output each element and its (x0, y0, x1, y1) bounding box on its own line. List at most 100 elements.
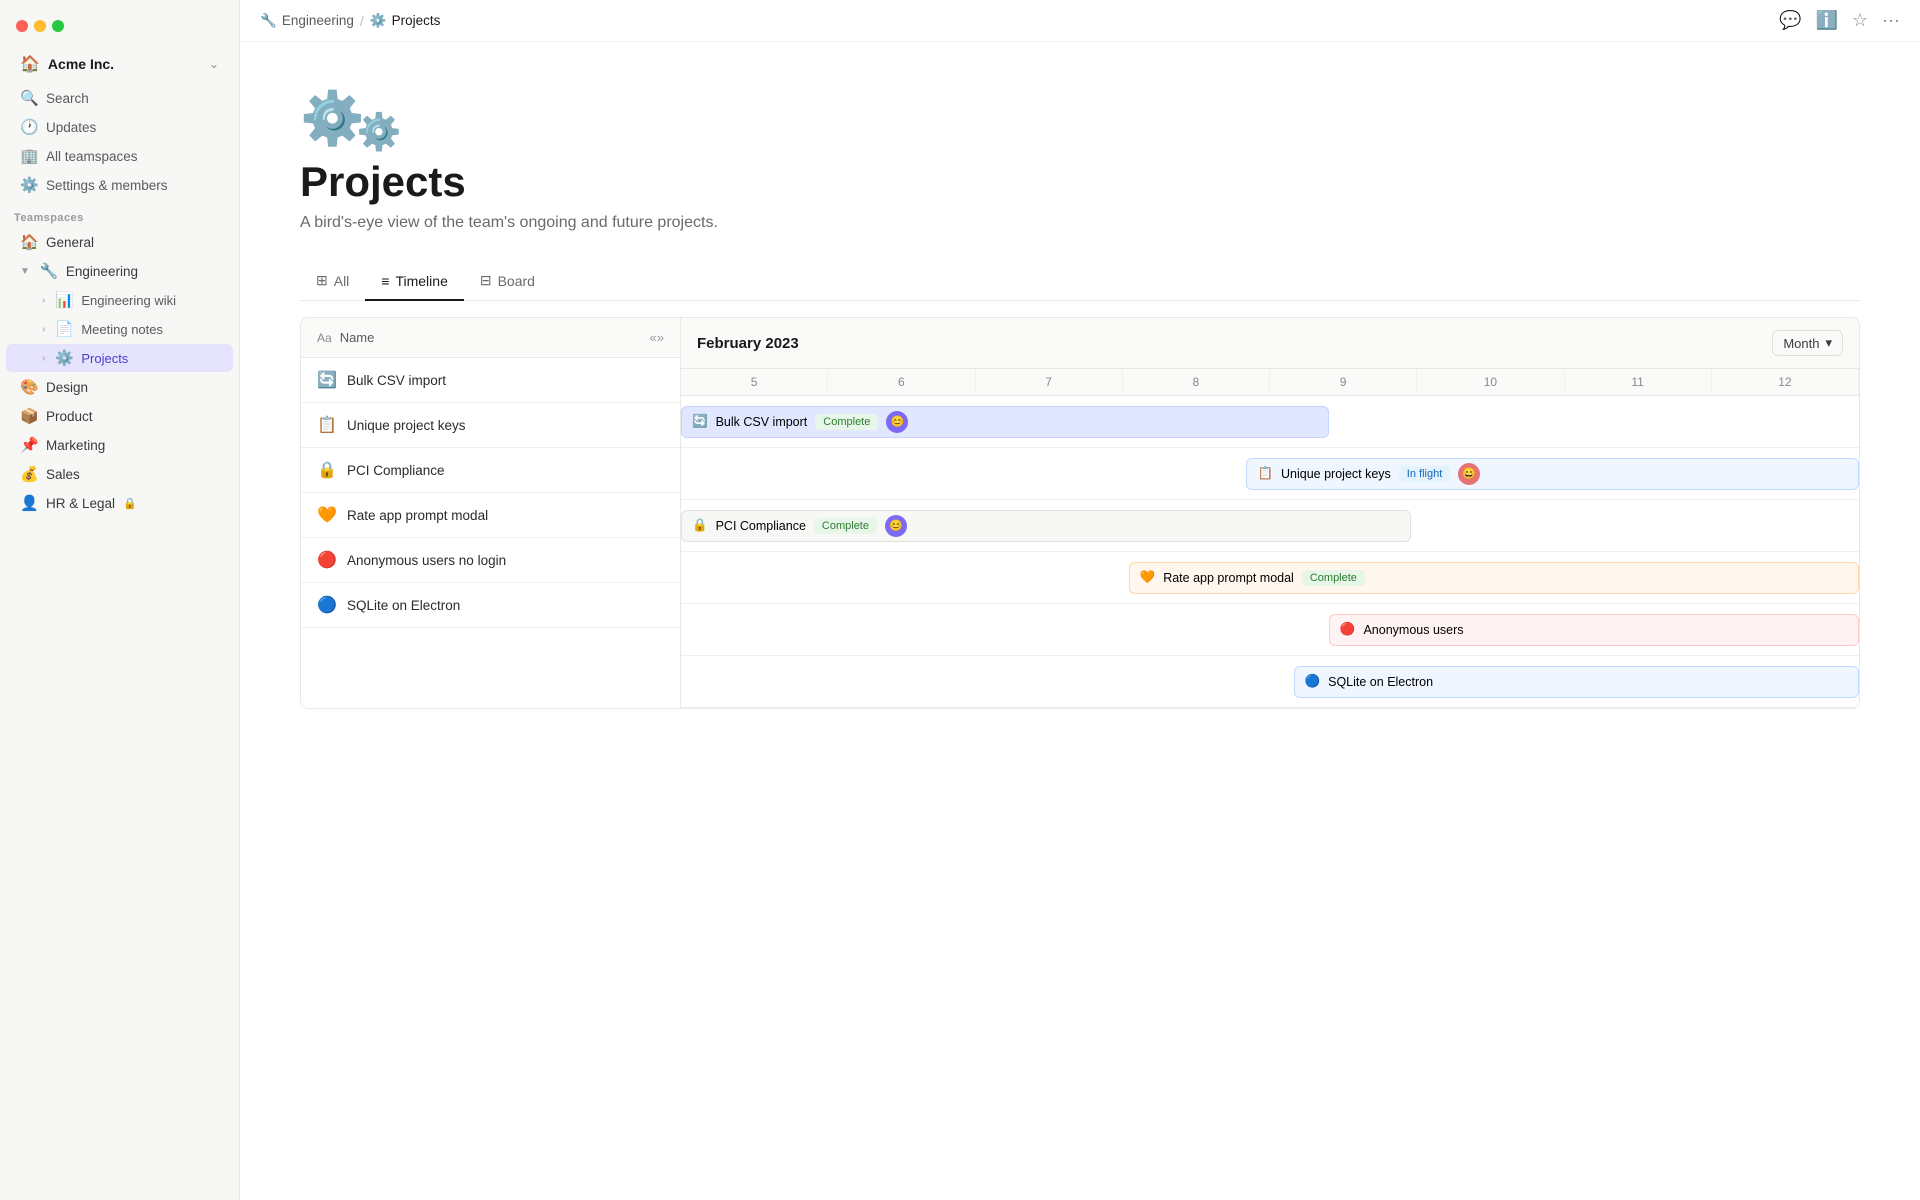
sidebar-item-engineering-wiki-label: Engineering wiki (81, 293, 176, 308)
sidebar-item-all-teamspaces-label: All teamspaces (46, 149, 138, 164)
sidebar-item-marketing[interactable]: 📌 Marketing (6, 431, 233, 459)
timeline-right-header: February 2023 Month ▾ (681, 318, 1859, 369)
fullscreen-button[interactable] (52, 20, 64, 32)
table-row[interactable]: 🔄 Bulk CSV import (301, 358, 680, 403)
bar-sqlite[interactable]: 🔵 SQLite on Electron (1294, 666, 1859, 698)
minimize-button[interactable] (34, 20, 46, 32)
sidebar-item-meeting-notes-label: Meeting notes (81, 322, 163, 337)
sidebar-item-design[interactable]: 🎨 Design (6, 373, 233, 401)
sidebar-item-meeting-notes[interactable]: › 📄 Meeting notes (6, 315, 233, 343)
timeline-bar-row: 🔒 PCI Compliance Complete 😊 (681, 500, 1859, 552)
info-icon[interactable]: ℹ️ (1815, 10, 1837, 31)
sidebar-item-updates[interactable]: 🕐 Updates (6, 113, 233, 141)
sidebar-item-engineering-wiki[interactable]: › 📊 Engineering wiki (6, 286, 233, 314)
list-icon: 📋 (317, 415, 337, 435)
wrench-icon: 🔧 (40, 262, 58, 280)
sidebar: 🏠 Acme Inc. ⌄ 🔍 Search 🕐 Updates 🏢 All t… (0, 0, 240, 1200)
pin-icon: 📌 (20, 436, 38, 454)
month-selector-label: Month (1783, 336, 1819, 351)
sidebar-item-general[interactable]: 🏠 General (6, 228, 233, 256)
table-row[interactable]: 🔴 Anonymous users no login (301, 538, 680, 583)
sidebar-item-projects[interactable]: › ⚙️ Projects (6, 344, 233, 372)
chevron-right-icon: › (42, 353, 45, 364)
sidebar-item-product[interactable]: 📦 Product (6, 402, 233, 430)
day-col: 7 (976, 369, 1123, 395)
table-row[interactable]: 🧡 Rate app prompt modal (301, 493, 680, 538)
workspace-selector[interactable]: 🏠 Acme Inc. ⌄ (6, 48, 233, 80)
document-icon: 📄 (55, 320, 73, 338)
wrench-icon: 🔧 (260, 13, 277, 29)
sidebar-item-hr-legal[interactable]: 👤 HR & Legal 🔒 (6, 489, 233, 517)
timeline-bar-row: ◀ 🔄 Bulk CSV import Complete 😊 (681, 396, 1859, 448)
star-icon[interactable]: ☆ (1852, 10, 1868, 31)
timeline-bar-row: 📋 Unique project keys In flight 😄 (681, 448, 1859, 500)
breadcrumb-engineering[interactable]: 🔧 Engineering (260, 13, 354, 29)
sidebar-item-all-teamspaces[interactable]: 🏢 All teamspaces (6, 142, 233, 170)
breadcrumb: 🔧 Engineering / ⚙️ Projects (260, 13, 1771, 29)
breadcrumb-projects-label: Projects (392, 13, 441, 28)
sidebar-item-sales[interactable]: 💰 Sales (6, 460, 233, 488)
tab-all[interactable]: ⊞ All (300, 264, 365, 301)
timeline-container: Aa Name «» 🔄 Bulk CSV import 📋 Unique pr… (300, 317, 1860, 709)
status-badge: Complete (815, 414, 878, 430)
bar-anon-users[interactable]: 🔴 Anonymous users (1329, 614, 1859, 646)
db-icon: 🔵 (317, 595, 337, 615)
tab-board[interactable]: ⊟ Board (464, 264, 551, 301)
circle-icon: 🔴 (317, 550, 337, 570)
timeline-body: ◀ 🔄 Bulk CSV import Complete 😊 (681, 396, 1859, 708)
sidebar-item-design-label: Design (46, 380, 88, 395)
search-icon: 🔍 (20, 89, 38, 107)
bar-bulk-csv[interactable]: ◀ 🔄 Bulk CSV import Complete 😊 (681, 406, 1329, 438)
bar-label: Bulk CSV import (716, 415, 808, 429)
gear-icon: ⚙️ (370, 13, 387, 29)
timeline-left-pane: Aa Name «» 🔄 Bulk CSV import 📋 Unique pr… (301, 318, 681, 708)
timeline-right-pane: February 2023 Month ▾ 5 6 7 8 9 10 11 12 (681, 318, 1859, 708)
table-row[interactable]: 🔵 SQLite on Electron (301, 583, 680, 628)
bar-icon: 🔵 (1305, 674, 1321, 689)
chevron-down-icon: ⌄ (209, 57, 219, 71)
sidebar-item-search[interactable]: 🔍 Search (6, 84, 233, 112)
board-icon: ⊟ (480, 272, 492, 289)
timeline-left-header: Aa Name «» (301, 318, 680, 358)
sidebar-item-settings[interactable]: ⚙️ Settings & members (6, 171, 233, 199)
breadcrumb-separator: / (360, 13, 364, 29)
workspace-name: Acme Inc. (48, 56, 201, 72)
collapse-button[interactable]: «» (650, 330, 664, 345)
tab-timeline[interactable]: ≡ Timeline (365, 264, 464, 301)
chevron-right-icon: ▼ (20, 266, 30, 277)
bar-label: Unique project keys (1281, 467, 1391, 481)
status-badge: In flight (1399, 466, 1450, 482)
bar-pci[interactable]: 🔒 PCI Compliance Complete 😊 (681, 510, 1411, 542)
timeline-bar-row: 🔵 SQLite on Electron (681, 656, 1859, 708)
close-button[interactable] (16, 20, 28, 32)
tab-board-label: Board (498, 273, 535, 289)
page-title: Projects (300, 158, 1860, 206)
bar-unique-keys[interactable]: 📋 Unique project keys In flight 😄 (1246, 458, 1859, 490)
day-col: 9 (1270, 369, 1417, 395)
breadcrumb-projects[interactable]: ⚙️ Projects (370, 13, 441, 29)
palette-icon: 🎨 (20, 378, 38, 396)
avatar: 😊 (885, 515, 907, 537)
row-label: Anonymous users no login (347, 553, 506, 568)
table-row[interactable]: 🔒 PCI Compliance (301, 448, 680, 493)
bar-rate-app[interactable]: 🧡 Rate app prompt modal Complete (1129, 562, 1859, 594)
clock-icon: 🕐 (20, 118, 38, 136)
tab-timeline-label: Timeline (395, 273, 447, 289)
sidebar-item-engineering[interactable]: ▼ 🔧 Engineering (6, 257, 233, 285)
topbar-actions: 💬 ℹ️ ☆ ··· (1779, 10, 1900, 31)
comment-icon[interactable]: 💬 (1779, 10, 1801, 31)
chevron-down-icon: ▾ (1825, 335, 1832, 351)
table-row[interactable]: 📋 Unique project keys (301, 403, 680, 448)
month-selector[interactable]: Month ▾ (1772, 330, 1843, 356)
chevron-right-icon: › (42, 295, 45, 306)
timeline-bar-row: 🧡 Rate app prompt modal Complete (681, 552, 1859, 604)
avatar: 😄 (1458, 463, 1480, 485)
bar-label: Rate app prompt modal (1163, 571, 1294, 585)
row-label: PCI Compliance (347, 463, 445, 478)
timeline-days-row: 5 6 7 8 9 10 11 12 (681, 369, 1859, 396)
dollar-icon: 💰 (20, 465, 38, 483)
building-icon: 🏢 (20, 147, 38, 165)
more-icon[interactable]: ··· (1882, 10, 1900, 31)
day-col: 12 (1712, 369, 1859, 395)
sort-icon: Aa (317, 331, 332, 345)
